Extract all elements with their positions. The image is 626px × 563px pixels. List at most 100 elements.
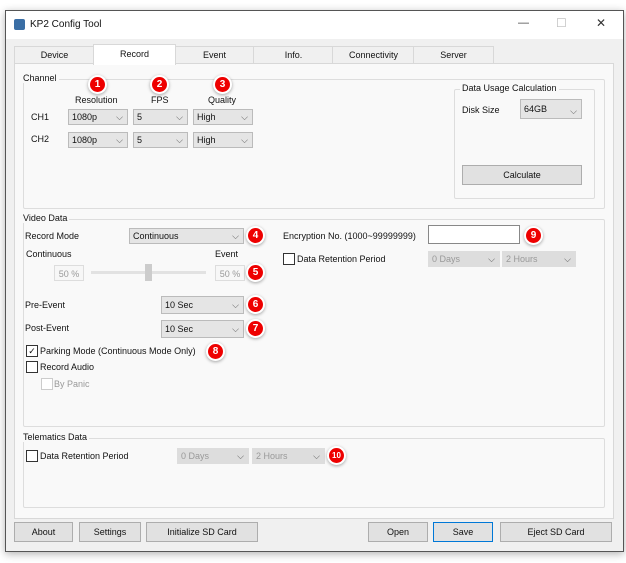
chevron-down-icon: ⌵ — [237, 451, 244, 461]
ch2-label: CH2 — [31, 134, 50, 144]
ch2-fps-select[interactable]: 5 ⌵ — [133, 132, 188, 148]
continuous-percent: 50 % — [54, 265, 84, 281]
record-audio-label: Record Audio — [40, 362, 95, 372]
chevron-down-icon: ⌵ — [116, 135, 123, 145]
telematics-days-select[interactable]: 0 Days ⌵ — [177, 448, 249, 464]
telematics-retention-label: Data Retention Period — [40, 451, 129, 461]
tab-record[interactable]: Record — [93, 44, 176, 65]
badge-10: 10 — [329, 448, 344, 463]
post-event-value: 10 Sec — [165, 324, 194, 334]
tab-device[interactable]: Device — [14, 46, 95, 64]
ch2-quality-select[interactable]: High ⌵ — [193, 132, 253, 148]
chevron-down-icon: ⌵ — [488, 254, 495, 264]
record-mode-value: Continuous — [133, 231, 179, 241]
ch1-resolution-select[interactable]: 1080p ⌵ — [68, 109, 128, 125]
tab-info[interactable]: Info. — [253, 46, 334, 64]
ch2-quality-value: High — [197, 135, 216, 145]
chevron-down-icon: ⌵ — [232, 324, 239, 334]
ch1-quality-select[interactable]: High ⌵ — [193, 109, 253, 125]
fps-header: FPS — [151, 95, 169, 105]
chevron-down-icon: ⌵ — [232, 231, 239, 241]
event-percent: 50 % — [215, 265, 245, 281]
tab-server[interactable]: Server — [413, 46, 494, 64]
video-retention-hours-select[interactable]: 2 Hours ⌵ — [502, 251, 576, 267]
ch2-resolution-select[interactable]: 1080p ⌵ — [68, 132, 128, 148]
video-retention-days-select[interactable]: 0 Days ⌵ — [428, 251, 500, 267]
parking-mode-label: Parking Mode (Continuous Mode Only) — [40, 346, 196, 356]
continuous-label: Continuous — [26, 249, 72, 259]
open-button[interactable]: Open — [368, 522, 428, 542]
calculate-button[interactable]: Calculate — [462, 165, 582, 185]
badge-1: 1 — [90, 77, 105, 92]
ch2-resolution-value: 1080p — [72, 135, 98, 145]
maximize-button[interactable]: ☐ — [556, 16, 567, 30]
by-panic-checkbox[interactable] — [41, 378, 53, 390]
video-retention-hours-value: 2 Hours — [506, 254, 538, 264]
badge-3: 3 — [215, 77, 230, 92]
chevron-down-icon: ⌵ — [241, 112, 248, 122]
tab-connectivity[interactable]: Connectivity — [332, 46, 415, 64]
record-audio-checkbox[interactable] — [26, 361, 38, 373]
encryption-label: Encryption No. (1000~99999999) — [283, 231, 416, 241]
parking-mode-checkbox[interactable]: ✓ — [26, 345, 38, 357]
post-event-select[interactable]: 10 Sec ⌵ — [161, 320, 244, 338]
pre-event-label: Pre-Event — [25, 300, 66, 310]
post-event-label: Post-Event — [25, 323, 70, 333]
minimize-button[interactable]: — — [518, 17, 529, 29]
telematics-days-value: 0 Days — [181, 451, 210, 461]
by-panic-label: By Panic — [54, 379, 90, 389]
channel-group-label: Channel — [21, 73, 59, 83]
app-icon — [14, 19, 25, 30]
about-button[interactable]: About — [14, 522, 73, 542]
chevron-down-icon: ⌵ — [232, 300, 239, 310]
ch1-fps-select[interactable]: 5 ⌵ — [133, 109, 188, 125]
telematics-hours-select[interactable]: 2 Hours ⌵ — [252, 448, 325, 464]
window-title: KP2 Config Tool — [30, 19, 102, 30]
record-mode-select[interactable]: Continuous ⌵ — [129, 228, 244, 244]
tab-event[interactable]: Event — [174, 46, 255, 64]
video-retention-label: Data Retention Period — [297, 254, 386, 264]
event-label: Event — [215, 249, 239, 259]
quality-header: Quality — [208, 95, 237, 105]
chevron-down-icon: ⌵ — [176, 112, 183, 122]
badge-9: 9 — [526, 228, 541, 243]
video-data-label: Video Data — [21, 213, 70, 223]
pre-event-value: 10 Sec — [165, 300, 194, 310]
badge-4: 4 — [248, 228, 263, 243]
chevron-down-icon: ⌵ — [176, 135, 183, 145]
video-retention-days-value: 0 Days — [432, 254, 461, 264]
encryption-input[interactable] — [428, 225, 520, 244]
ch1-fps-value: 5 — [137, 112, 143, 122]
disk-size-select[interactable]: 64GB ⌵ — [520, 99, 582, 119]
initialize-sd-button[interactable]: Initialize SD Card — [146, 522, 258, 542]
title-bar: KP2 Config Tool — ☐ ✕ — [6, 11, 623, 39]
close-button[interactable]: ✕ — [596, 16, 606, 30]
chevron-down-icon: ⌵ — [116, 112, 123, 122]
disk-size-label: Disk Size — [462, 105, 500, 115]
ch1-resolution-value: 1080p — [72, 112, 98, 122]
disk-size-value: 64GB — [524, 104, 548, 114]
data-usage-label: Data Usage Calculation — [460, 83, 559, 93]
ch2-fps-value: 5 — [137, 135, 143, 145]
telematics-retention-checkbox[interactable] — [26, 450, 38, 462]
resolution-header: Resolution — [75, 95, 118, 105]
badge-5: 5 — [248, 265, 263, 280]
save-button[interactable]: Save — [433, 522, 493, 542]
ch1-quality-value: High — [197, 112, 216, 122]
chevron-down-icon: ⌵ — [570, 106, 577, 116]
eject-sd-button[interactable]: Eject SD Card — [500, 522, 612, 542]
chevron-down-icon: ⌵ — [313, 451, 320, 461]
ch1-label: CH1 — [31, 112, 50, 122]
video-retention-checkbox[interactable] — [283, 253, 295, 265]
telematics-label: Telematics Data — [21, 432, 90, 442]
record-mode-label: Record Mode — [25, 231, 80, 241]
badge-6: 6 — [248, 297, 263, 312]
pre-event-select[interactable]: 10 Sec ⌵ — [161, 296, 244, 314]
badge-8: 8 — [208, 344, 223, 359]
badge-2: 2 — [152, 77, 167, 92]
record-panel: Channel 1 2 3 Resolution FPS Quality CH1… — [14, 63, 614, 519]
chevron-down-icon: ⌵ — [564, 254, 571, 264]
badge-7: 7 — [248, 321, 263, 336]
ratio-slider-thumb[interactable] — [145, 264, 152, 281]
settings-button[interactable]: Settings — [79, 522, 141, 542]
